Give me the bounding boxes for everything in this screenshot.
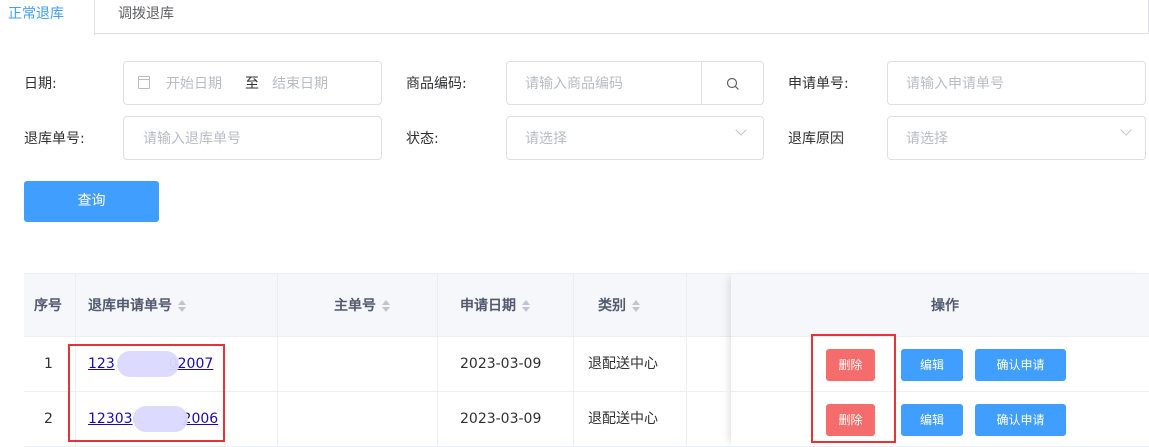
row-index: 1 xyxy=(44,356,53,372)
sort-icon[interactable] xyxy=(522,299,530,313)
date-label: 日期: xyxy=(24,76,57,92)
tab-bar: 正常退库 调拨退库 xyxy=(0,0,1149,35)
return-no-label: 退库单号: xyxy=(24,131,85,147)
col-index-header: 序号 xyxy=(34,298,62,314)
edit-button[interactable]: 编辑 xyxy=(901,349,963,381)
date-separator: 至 xyxy=(245,76,259,92)
confirm-apply-button[interactable]: 确认申请 xyxy=(975,349,1066,381)
product-code-label: 商品编码: xyxy=(406,76,467,92)
highlight-box-apply-no xyxy=(68,344,225,442)
col-category-label: 类别 xyxy=(598,298,626,314)
apply-no-placeholder: 请输入申请单号 xyxy=(906,76,1004,92)
reason-label: 退库原因 xyxy=(788,131,844,147)
sort-icon[interactable] xyxy=(382,299,390,313)
col-category-header[interactable]: 类别 xyxy=(598,274,640,338)
row-index: 2 xyxy=(44,411,53,427)
status-placeholder: 请选择 xyxy=(525,131,567,147)
apply-date: 2023-03-09 xyxy=(460,356,542,372)
col-main-no-label: 主单号 xyxy=(334,298,376,314)
tab-normal-return[interactable]: 正常退库 xyxy=(0,0,95,35)
col-date-header[interactable]: 申请日期 xyxy=(460,274,530,338)
category: 退配送中心 xyxy=(588,356,658,372)
tab-transfer-return[interactable]: 调拨退库 xyxy=(96,0,206,34)
category: 退配送中心 xyxy=(588,411,658,427)
reason-placeholder: 请选择 xyxy=(906,131,948,147)
query-button[interactable]: 查询 xyxy=(24,181,159,222)
col-main-no-header[interactable]: 主单号 xyxy=(334,274,390,338)
sort-icon[interactable] xyxy=(178,299,186,313)
edit-button[interactable]: 编辑 xyxy=(901,404,963,436)
col-date-label: 申请日期 xyxy=(460,298,516,314)
col-apply-no-label: 退库申请单号 xyxy=(88,298,172,314)
status-label: 状态: xyxy=(406,131,439,147)
sort-icon[interactable] xyxy=(632,299,640,313)
highlight-box-delete xyxy=(811,334,896,443)
apply-date: 2023-03-09 xyxy=(460,411,542,427)
return-no-placeholder: 请输入退库单号 xyxy=(143,131,241,147)
calendar-icon xyxy=(138,76,150,89)
confirm-apply-button[interactable]: 确认申请 xyxy=(975,404,1066,436)
apply-no-label: 申请单号: xyxy=(788,76,849,92)
product-search-button[interactable] xyxy=(701,61,764,105)
date-start-input[interactable]: 开始日期 xyxy=(166,74,222,94)
date-end-input[interactable]: 结束日期 xyxy=(272,74,328,94)
product-code-placeholder: 请输入商品编码 xyxy=(525,76,623,92)
col-apply-no-header[interactable]: 退库申请单号 xyxy=(88,274,186,338)
search-icon xyxy=(726,77,739,90)
